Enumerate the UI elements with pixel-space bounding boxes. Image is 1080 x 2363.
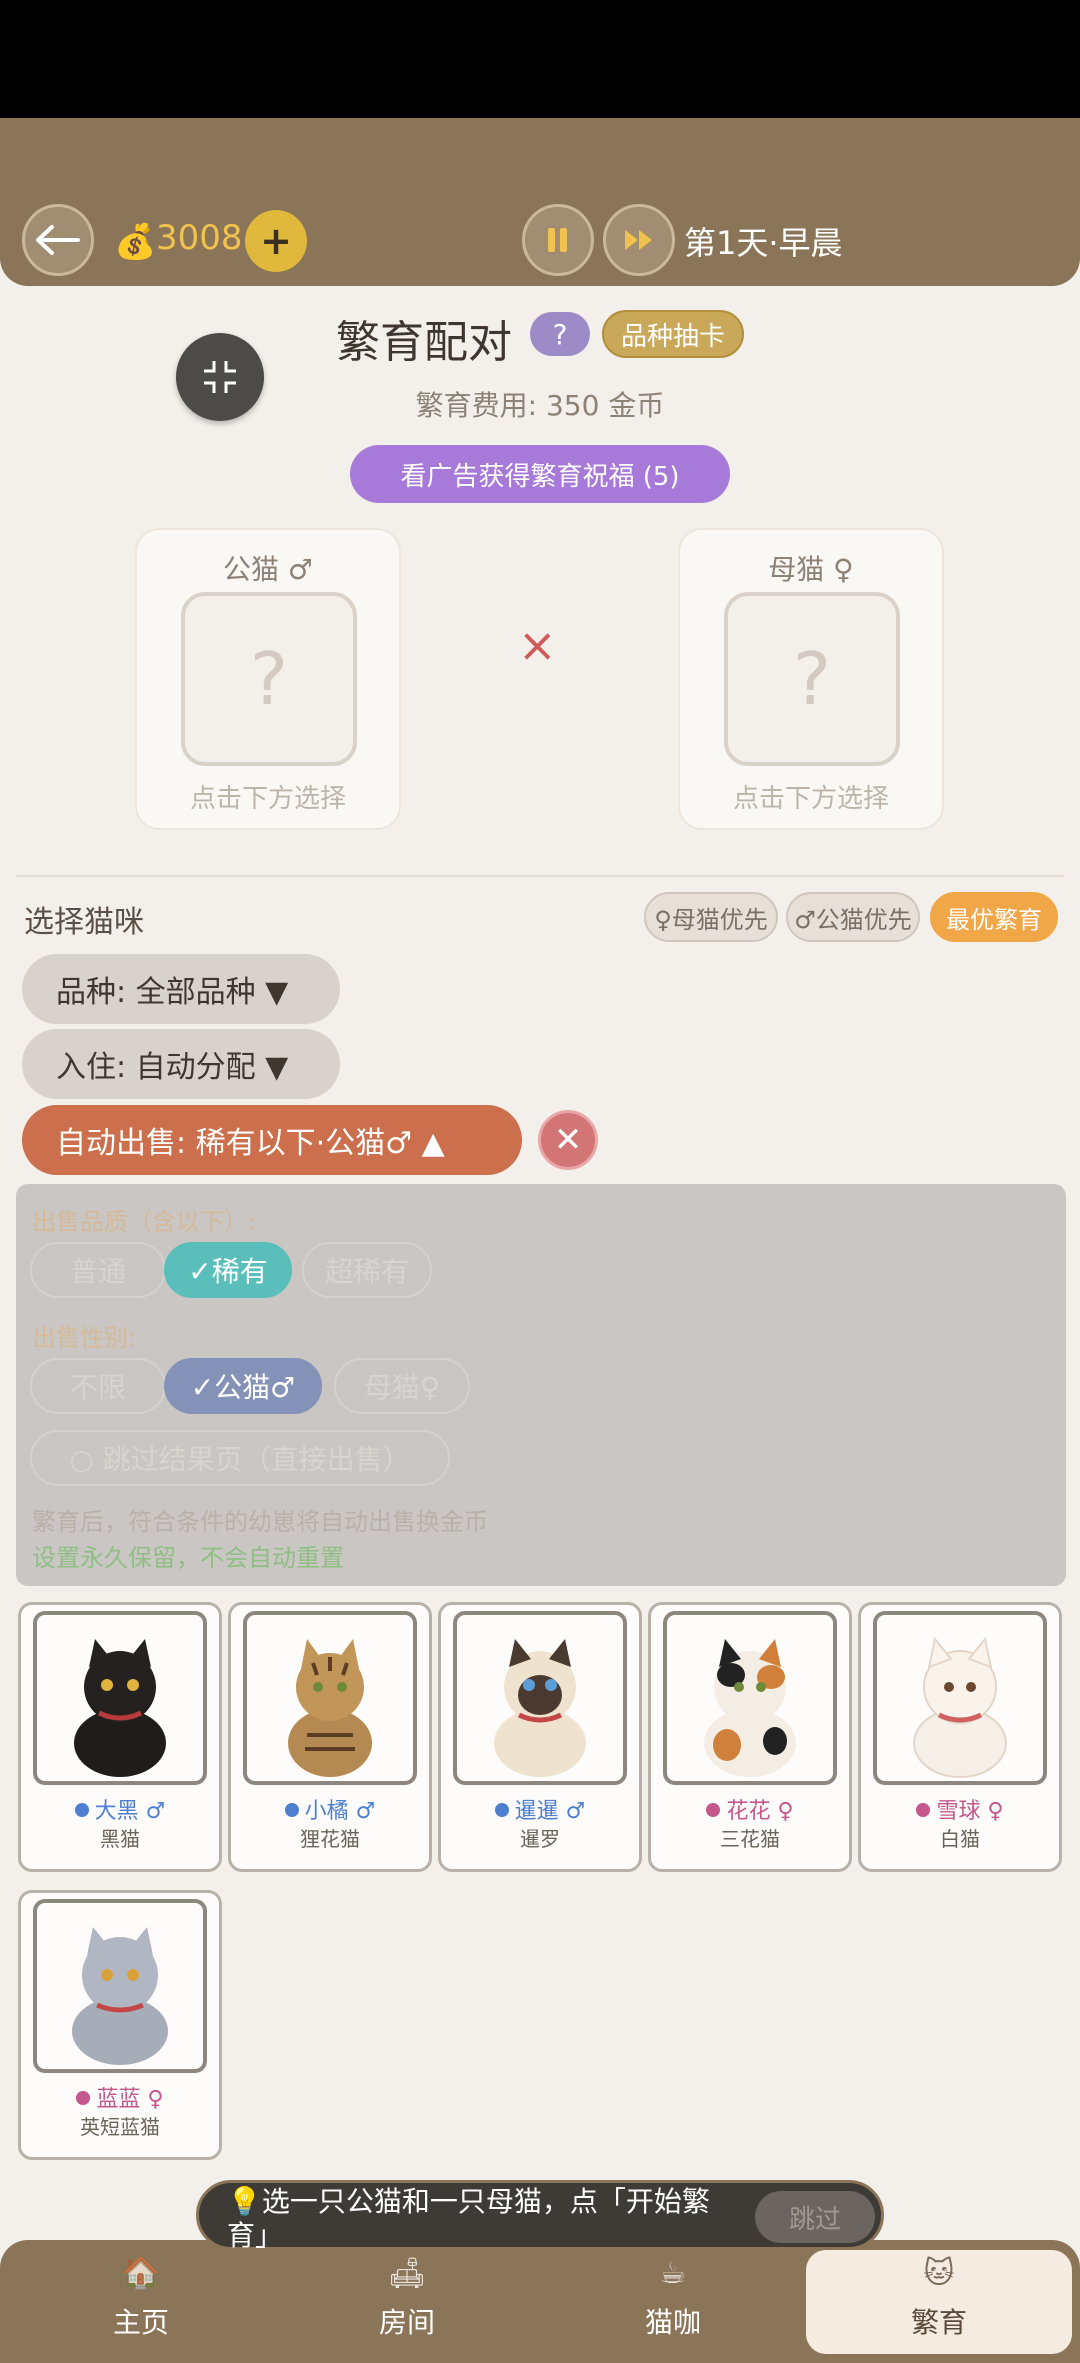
fast-forward-icon <box>625 230 652 250</box>
female-slot[interactable]: 母猫 ♀ ? 点击下方选择 <box>678 528 944 830</box>
cat-name: 暹暹 ♂ <box>441 1793 639 1825</box>
quality-label: 出售品质（含以下）: <box>32 1208 257 1236</box>
male-dot-icon <box>494 1803 509 1817</box>
room-icon: 🛋 <box>387 2256 427 2291</box>
home-icon: 🏠 <box>122 2256 160 2291</box>
cat-breed: 英短蓝猫 <box>80 2115 160 2139</box>
cat-breed: 三花猫 <box>720 1827 780 1851</box>
cat-card-british-blue[interactable]: 蓝蓝 ♀ 英短蓝猫 <box>18 1890 222 2160</box>
cafe-icon: ☕ <box>659 2256 687 2291</box>
female-first-chip[interactable]: ♀母猫优先 <box>644 892 778 942</box>
help-button[interactable]: ? <box>530 312 590 356</box>
breeding-cost: 繁育费用: 350 金币 <box>415 389 665 422</box>
cat-card-white[interactable]: 雪球 ♀ 白猫 <box>858 1602 1062 1872</box>
male-slot[interactable]: 公猫 ♂ ? 点击下方选择 <box>135 528 401 830</box>
auto-sell-dropdown[interactable]: 自动出售: 稀有以下·公猫♂ ▲ <box>22 1105 522 1175</box>
cat-card-black[interactable]: 大黑 ♂ 黑猫 <box>18 1602 222 1872</box>
cat-name: 雪球 ♀ <box>861 1793 1059 1825</box>
cat-breed: 暹罗 <box>520 1827 560 1851</box>
cat-breed: 狸花猫 <box>300 1827 360 1851</box>
cat-name: 花花 ♀ <box>651 1793 849 1825</box>
male-slot-label: 公猫 ♂ <box>222 553 313 586</box>
nav-cafe[interactable]: ☕ 猫咖 <box>588 2252 758 2356</box>
fast-forward-button[interactable] <box>603 204 675 276</box>
close-auto-sell-button[interactable]: ✕ <box>538 1110 598 1170</box>
pause-icon <box>548 228 567 252</box>
white-cat-image <box>873 1611 1047 1785</box>
best-breed-chip[interactable]: 最优繁育 <box>930 892 1058 942</box>
female-dot-icon <box>916 1803 931 1817</box>
female-slot-label: 母猫 ♀ <box>768 553 854 586</box>
male-dot-icon <box>284 1803 299 1817</box>
money-bag-icon: 💰 <box>114 222 157 262</box>
breed-icon: 🐱 <box>923 2256 955 2291</box>
auto-sell-panel: 出售品质（含以下）: 普通 ✓稀有 超稀有 出售性别: 不限 ✓公猫♂ 母猫♀ … <box>16 1184 1066 1586</box>
female-slot-box[interactable]: ? <box>724 592 900 766</box>
male-slot-box[interactable]: ? <box>181 592 357 766</box>
cat-breed: 白猫 <box>940 1827 980 1851</box>
cat-name: 蓝蓝 ♀ <box>21 2081 219 2113</box>
cat-name: 小橘 ♂ <box>231 1793 429 1825</box>
nav-home[interactable]: 🏠 主页 <box>56 2252 226 2356</box>
cat-card-tabby[interactable]: 小橘 ♂ 狸花猫 <box>228 1602 432 1872</box>
tip-banner: 💡选一只公猫和一只母猫，点「开始繁育」 跳过 <box>196 2180 884 2252</box>
male-slot-hint: 点击下方选择 <box>189 784 346 814</box>
quality-rare-option[interactable]: ✓稀有 <box>164 1242 292 1298</box>
watch-ad-button[interactable]: 看广告获得繁育祝福 (5) <box>350 445 730 503</box>
quality-common-option[interactable]: 普通 <box>30 1242 166 1298</box>
gender-label: 出售性别: <box>32 1324 137 1352</box>
cross-icon: × <box>518 618 557 672</box>
status-bar <box>0 0 1080 118</box>
black-cat-image <box>33 1611 207 1785</box>
breed-draw-button[interactable]: 品种抽卡 <box>602 310 744 358</box>
skip-tip-button[interactable]: 跳过 <box>755 2191 875 2243</box>
nav-breed[interactable]: 🐱 繁育 <box>854 2252 1024 2356</box>
divider <box>16 875 1064 877</box>
female-dot-icon <box>76 2091 91 2105</box>
coin-amount: 3008 <box>156 218 243 258</box>
cat-card-calico[interactable]: 花花 ♀ 三花猫 <box>648 1602 852 1872</box>
cat-breed: 黑猫 <box>100 1827 140 1851</box>
female-slot-hint: 点击下方选择 <box>732 784 889 814</box>
add-coins-button[interactable]: + <box>245 210 307 272</box>
gender-male-option[interactable]: ✓公猫♂ <box>164 1358 322 1414</box>
arrow-left-icon <box>36 225 80 255</box>
day-time-label: 第1天·早晨 <box>684 224 843 262</box>
auto-sell-persist-note: 设置永久保留，不会自动重置 <box>32 1544 344 1572</box>
female-dot-icon <box>706 1803 721 1817</box>
auto-sell-note: 繁育后，符合条件的幼崽将自动出售换金币 <box>32 1508 488 1536</box>
cat-card-siamese[interactable]: 暹暹 ♂ 暹罗 <box>438 1602 642 1872</box>
breed-filter-dropdown[interactable]: 品种: 全部品种 ▼ <box>22 954 340 1024</box>
siamese-cat-image <box>453 1611 627 1785</box>
calico-cat-image <box>663 1611 837 1785</box>
gender-any-option[interactable]: 不限 <box>30 1358 166 1414</box>
male-dot-icon <box>74 1803 89 1817</box>
select-cat-title: 选择猫咪 <box>24 905 144 940</box>
tip-text: 💡选一只公猫和一只母猫，点「开始繁育」 <box>227 2185 710 2252</box>
room-filter-dropdown[interactable]: 入住: 自动分配 ▼ <box>22 1029 340 1099</box>
nav-room[interactable]: 🛋 房间 <box>322 2252 492 2356</box>
cat-name: 大黑 ♂ <box>21 1793 219 1825</box>
gender-female-option[interactable]: 母猫♀ <box>334 1358 470 1414</box>
tabby-cat-image <box>243 1611 417 1785</box>
quality-super-rare-option[interactable]: 超稀有 <box>302 1242 432 1298</box>
male-first-chip[interactable]: ♂公猫优先 <box>786 892 920 942</box>
back-button[interactable] <box>22 204 94 276</box>
skip-result-toggle[interactable]: ○ 跳过结果页（直接出售） <box>30 1430 450 1486</box>
british-blue-cat-image <box>33 1899 207 2073</box>
page-title: 繁育配对 <box>336 317 512 368</box>
pause-button[interactable] <box>522 204 594 276</box>
